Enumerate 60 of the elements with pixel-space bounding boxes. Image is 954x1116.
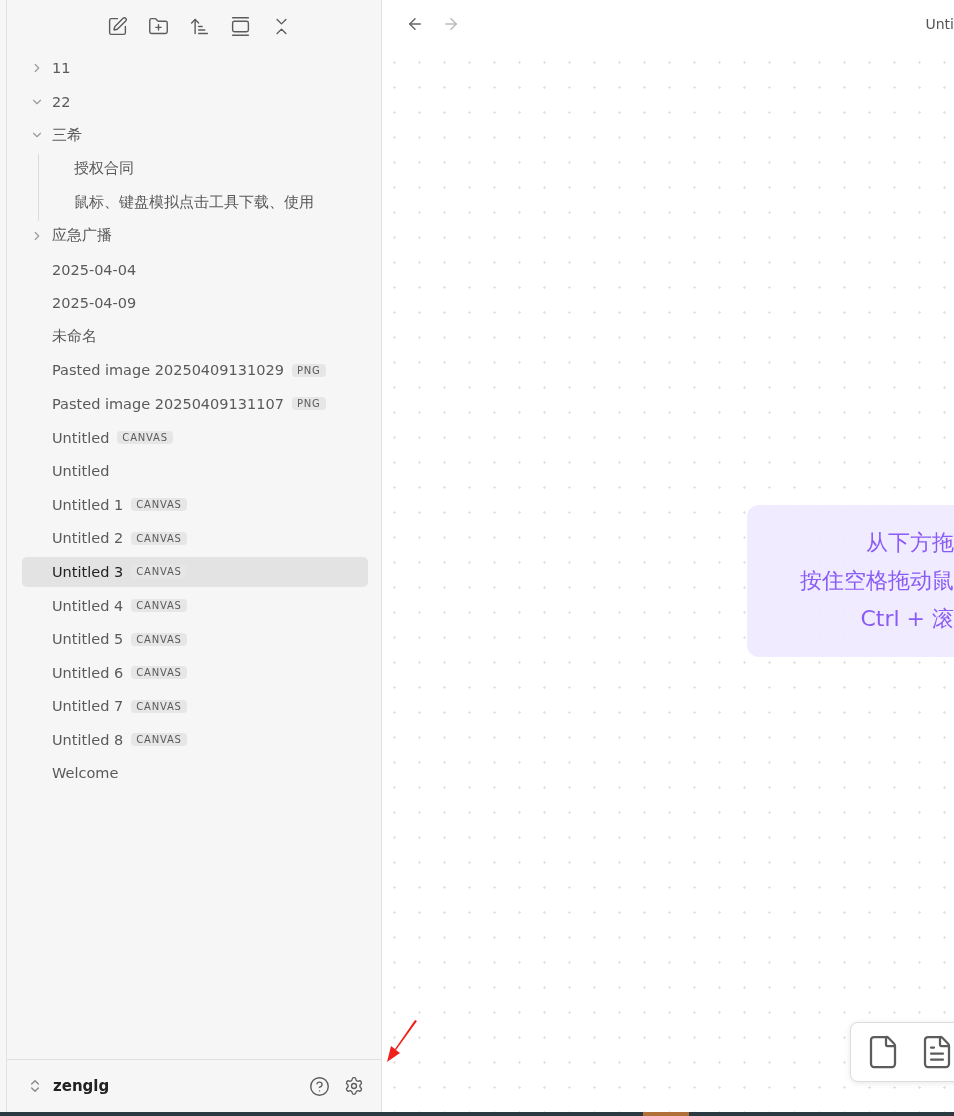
folder-item[interactable]: 11 <box>22 53 368 83</box>
file-item[interactable]: Untitled 4 CANVAS <box>22 590 368 621</box>
item-name: Untitled 7 <box>52 698 124 715</box>
file-item[interactable]: 未命名 <box>22 321 368 352</box>
file-item[interactable]: Untitled 5 CANVAS <box>22 624 368 655</box>
item-name: Welcome <box>52 765 119 782</box>
item-name: Untitled 5 <box>52 631 124 648</box>
file-item[interactable]: Untitled 3 CANVAS <box>22 556 368 587</box>
file-item[interactable]: 授权合同 <box>44 153 368 184</box>
item-name: Untitled 8 <box>52 731 124 748</box>
file-item[interactable]: Pasted image 20250409131029 PNG <box>22 355 368 386</box>
item-name: 三希 <box>52 125 82 145</box>
file-type-tag: CANVAS <box>131 632 187 646</box>
item-name: Untitled 4 <box>52 597 124 614</box>
file-type-tag: PNG <box>291 363 326 377</box>
file-item[interactable]: 鼠标、键盘模拟点击工具下载、使用 <box>44 187 368 218</box>
file-type-tag: CANVAS <box>131 699 187 713</box>
tab-title: Unti <box>925 16 954 32</box>
folder-item[interactable]: 22 <box>22 86 368 117</box>
item-name: 2025-04-04 <box>52 261 137 278</box>
file-item[interactable]: Pasted image 20250409131107 PNG <box>22 388 368 419</box>
hint-text: 按住空格拖动鼠 <box>800 567 954 595</box>
file-type-tag: CANVAS <box>131 531 187 545</box>
file-type-tag: CANVAS <box>131 666 187 680</box>
folder-item[interactable]: 应急广播 <box>22 220 368 251</box>
file-item[interactable]: Untitled 2 CANVAS <box>22 523 368 554</box>
item-name: Untitled 2 <box>52 530 124 547</box>
item-name: Pasted image 20250409131029 <box>52 362 284 379</box>
file-item[interactable]: 2025-04-09 <box>22 288 368 319</box>
file-item[interactable]: Untitled CANVAS <box>22 422 368 453</box>
file-item[interactable]: Untitled 8 CANVAS <box>22 724 368 755</box>
annotation-arrow <box>386 1020 418 1064</box>
file-item[interactable]: Untitled 6 CANVAS <box>22 657 368 688</box>
item-name: 鼠标、键盘模拟点击工具下载、使用 <box>74 192 314 212</box>
item-name: Untitled 3 <box>52 563 124 580</box>
hint-text: 从下方拖 <box>866 529 954 557</box>
item-name: 11 <box>52 60 71 76</box>
folder-item[interactable]: 三希 <box>22 120 368 151</box>
item-name: 授权合同 <box>74 159 134 179</box>
item-name: 应急广播 <box>52 226 112 246</box>
file-item[interactable]: Untitled 7 CANVAS <box>22 691 368 722</box>
file-item[interactable]: Welcome <box>22 758 368 789</box>
item-name: 22 <box>52 93 71 110</box>
item-name: Untitled <box>52 429 110 446</box>
hint-text: Ctrl + 滚 <box>860 605 954 633</box>
item-name: Pasted image 20250409131107 <box>52 395 284 412</box>
file-item[interactable]: 2025-04-04 <box>22 254 368 285</box>
file-type-tag: PNG <box>291 397 326 411</box>
item-name: Untitled <box>52 463 110 480</box>
file-item[interactable]: Untitled <box>22 456 368 487</box>
file-type-tag: CANVAS <box>131 733 187 747</box>
item-name: 未命名 <box>52 327 97 347</box>
item-name: Untitled 6 <box>52 664 124 681</box>
file-type-tag: CANVAS <box>117 431 173 445</box>
file-type-tag: CANVAS <box>131 599 187 612</box>
item-name: Untitled 1 <box>52 496 124 513</box>
vault-name[interactable]: zenglg <box>53 1077 297 1095</box>
file-item[interactable]: Untitled 1 CANVAS <box>22 489 368 520</box>
file-type-tag: CANVAS <box>131 498 187 512</box>
item-name: 2025-04-09 <box>52 295 137 312</box>
